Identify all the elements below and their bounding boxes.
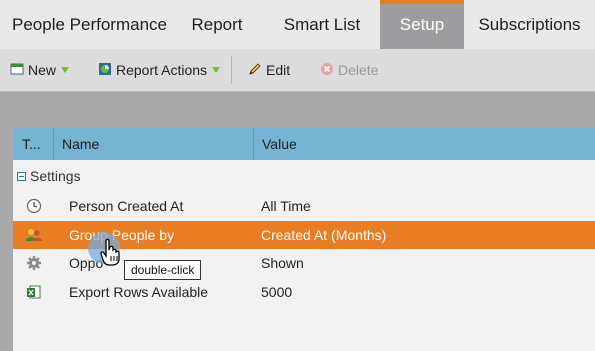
row-value: Shown (261, 255, 304, 272)
gear-icon (13, 255, 54, 271)
chevron-down-icon (61, 67, 70, 73)
group-row-settings[interactable]: Settings (13, 160, 595, 192)
toolbar: New Report Actions Edit Delete (0, 49, 595, 92)
tab-report[interactable]: Report (170, 0, 264, 49)
group-label: Settings (30, 168, 81, 184)
tab-bar: People Performance Report Smart List Set… (0, 0, 595, 49)
hand-cursor-icon (100, 238, 122, 271)
row-name: Export Rows Available (69, 283, 209, 300)
delete-button[interactable]: Delete (320, 49, 378, 91)
report-actions-button[interactable]: Report Actions (96, 49, 231, 91)
excel-icon (13, 284, 54, 300)
table-row[interactable]: Person Created At All Time (13, 192, 595, 221)
column-header-value[interactable]: Value (254, 128, 595, 160)
row-name: Group People by (69, 226, 175, 243)
tab-people-performance[interactable]: People Performance (0, 0, 170, 49)
new-button[interactable]: New (0, 49, 96, 91)
edit-button[interactable]: Edit (248, 49, 320, 91)
row-value: Created At (Months) (261, 226, 387, 243)
tab-setup[interactable]: Setup (380, 0, 464, 49)
column-header-type[interactable]: T... (13, 128, 54, 160)
people-icon (13, 227, 54, 243)
table-row[interactable]: Export Rows Available 5000 (13, 278, 595, 307)
row-value: 5000 (261, 283, 293, 300)
new-label: New (28, 62, 57, 78)
collapse-icon[interactable] (17, 171, 26, 181)
grid-header: T... Name Value (13, 128, 595, 160)
report-actions-icon (98, 62, 112, 79)
row-name: Person Created At (69, 198, 184, 215)
delete-icon (320, 62, 334, 79)
delete-label: Delete (338, 62, 379, 78)
row-value: All Time (261, 198, 311, 215)
clock-icon (13, 198, 54, 214)
edit-label: Edit (266, 62, 291, 78)
tab-subscriptions[interactable]: Subscriptions (464, 0, 595, 49)
chevron-down-icon (212, 67, 221, 73)
toolbar-divider (231, 56, 232, 84)
tooltip: double-click (124, 260, 202, 280)
tab-smart-list[interactable]: Smart List (264, 0, 380, 49)
column-header-name[interactable]: Name (54, 128, 254, 160)
new-icon (10, 62, 24, 79)
content-gap (0, 92, 595, 128)
report-actions-label: Report Actions (116, 62, 208, 78)
pencil-icon (248, 62, 262, 79)
